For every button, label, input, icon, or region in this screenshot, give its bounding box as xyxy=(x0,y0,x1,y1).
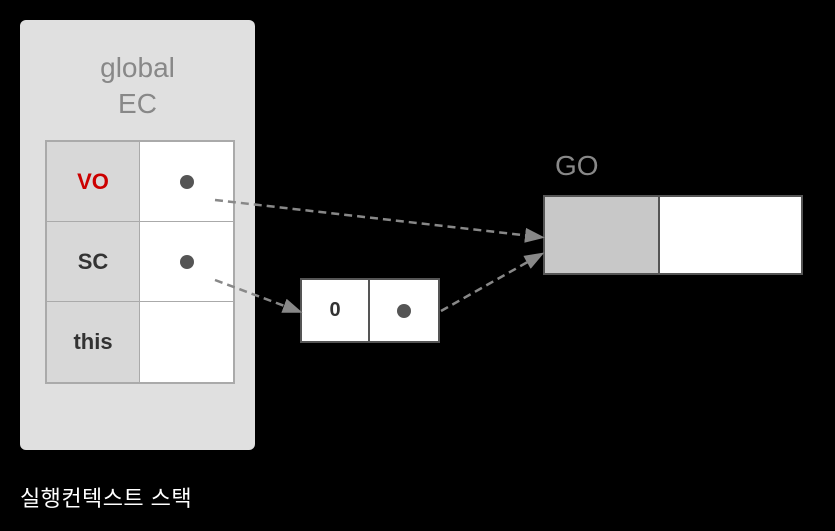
go-cell-right xyxy=(660,197,801,273)
go-cell-left xyxy=(545,197,660,273)
sc-object-dot xyxy=(397,304,411,318)
diagram-area: global EC VO SC this xyxy=(0,0,835,531)
sc-dot xyxy=(180,255,194,269)
sc-object-pointer xyxy=(370,280,438,341)
vo-pointer-cell xyxy=(140,142,233,221)
sc-obj-arrow xyxy=(441,255,540,311)
vo-dot xyxy=(180,175,194,189)
ec-table: VO SC this xyxy=(45,140,235,384)
vo-cell: VO xyxy=(47,142,140,221)
sc-pointer-cell xyxy=(140,222,233,301)
this-pointer-cell xyxy=(140,302,233,382)
sc-object-value: 0 xyxy=(302,280,370,341)
go-object xyxy=(543,195,803,275)
vo-arrow xyxy=(215,200,540,237)
global-ec-container: global EC VO SC this xyxy=(20,20,255,450)
sc-object: 0 xyxy=(300,278,440,343)
go-label: GO xyxy=(555,150,599,182)
table-row: this xyxy=(47,302,233,382)
sc-cell: SC xyxy=(47,222,140,301)
table-row: SC xyxy=(47,222,233,302)
global-ec-label: global EC xyxy=(20,50,255,123)
table-row: VO xyxy=(47,142,233,222)
this-cell: this xyxy=(47,302,140,382)
footer-label: 실행컨텍스트 스택 xyxy=(20,481,192,513)
